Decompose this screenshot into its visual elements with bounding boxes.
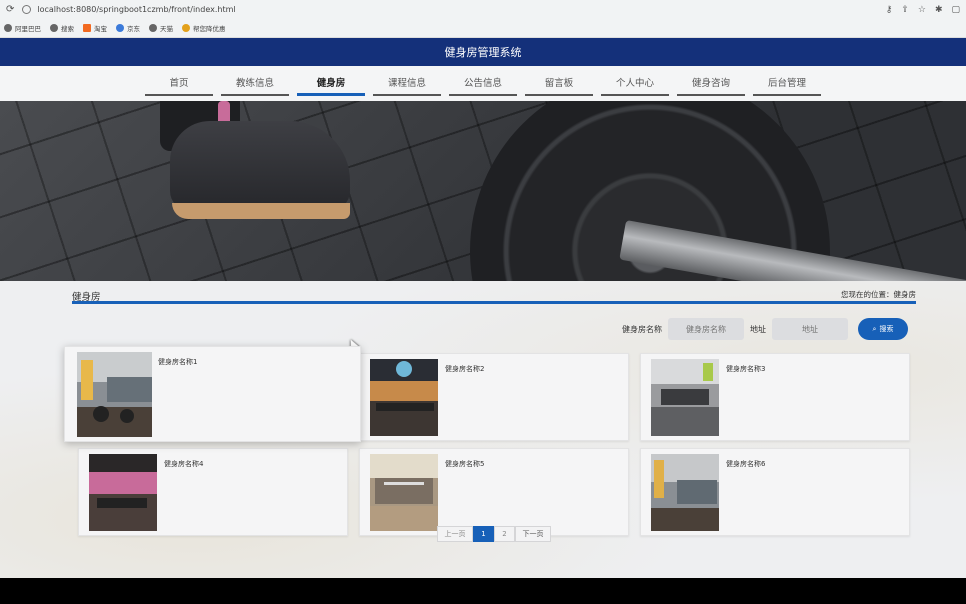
bookmark-label: 阿里巴巴 [15, 25, 41, 33]
nav-item-home[interactable]: 首页 [145, 68, 213, 96]
main-nav: 首页 教练信息 健身房 课程信息 公告信息 留言板 个人中心 健身咨询 后台管理 [0, 66, 966, 101]
page-1-button[interactable]: 1 [473, 526, 494, 542]
sidepanel-icon[interactable]: ▢ [951, 5, 960, 15]
bookmarks-bar: 阿里巴巴 搜索 淘宝 京东 天猫 帮您降优惠 [0, 19, 966, 38]
bookmark-item[interactable]: 搜索 [50, 23, 74, 33]
nav-item-notices[interactable]: 公告信息 [449, 68, 517, 96]
gym-card[interactable]: 健身房名称2 [359, 353, 629, 441]
bookmark-label: 淘宝 [94, 25, 107, 33]
gym-thumbnail[interactable] [89, 454, 157, 531]
bookmark-item[interactable]: 帮您降优惠 [182, 23, 226, 33]
gym-name[interactable]: 健身房名称5 [445, 459, 484, 469]
gym-thumbnail[interactable] [370, 454, 438, 531]
address-bar[interactable]: localhost:8080/springboot1czmb/front/ind… [22, 5, 877, 14]
bookmark-label: 京东 [127, 25, 140, 33]
page: 健身房管理系统 首页 教练信息 健身房 课程信息 公告信息 留言板 个人中心 健… [0, 38, 966, 578]
search-icon: ⌕ [872, 324, 877, 333]
gym-name-input[interactable] [668, 318, 744, 340]
prev-page-button[interactable]: 上一页 [437, 526, 473, 542]
gym-card[interactable]: 健身房名称3 [640, 353, 910, 441]
gym-name[interactable]: 健身房名称4 [164, 459, 203, 469]
gym-name[interactable]: 健身房名称1 [158, 357, 197, 367]
gym-thumbnail[interactable] [651, 454, 719, 531]
search-button-label: 搜索 [879, 325, 894, 333]
nav-item-admin[interactable]: 后台管理 [753, 68, 821, 96]
gym-name[interactable]: 健身房名称3 [726, 364, 765, 374]
bookmark-label: 搜索 [61, 25, 74, 33]
gym-card[interactable]: 健身房名称5 [359, 448, 629, 536]
gym-thumbnail[interactable] [77, 352, 152, 437]
gym-card[interactable]: 健身房名称4 [78, 448, 348, 536]
coupon-icon [182, 24, 190, 32]
section-title: 健身房 [72, 292, 101, 303]
gym-thumbnail[interactable] [370, 359, 438, 436]
gym-name[interactable]: 健身房名称2 [445, 364, 484, 374]
jd-icon [116, 24, 124, 32]
breadcrumb: 健身房 您现在的位置：健身房 [72, 289, 916, 304]
globe-icon [4, 24, 12, 32]
bookmark-label: 天猫 [160, 25, 173, 33]
extensions-icon[interactable]: ✱ [935, 5, 943, 15]
search-button[interactable]: ⌕ 搜索 [858, 318, 908, 340]
taobao-icon [83, 24, 91, 32]
search-form: 健身房名称 地址 ⌕ 搜索 [622, 318, 908, 340]
bookmark-item[interactable]: 天猫 [149, 23, 173, 33]
nav-item-gym[interactable]: 健身房 [297, 68, 365, 96]
globe-icon [149, 24, 157, 32]
pagination: 上一页 1 2 下一页 [437, 526, 551, 542]
address-label: 地址 [750, 324, 766, 334]
site-info-icon[interactable] [22, 5, 32, 14]
star-icon[interactable]: ☆ [918, 5, 926, 15]
nav-item-coaches[interactable]: 教练信息 [221, 68, 289, 96]
browser-actions: ⚷ ⇪ ☆ ✱ ▢ [886, 5, 960, 15]
nav-item-messages[interactable]: 留言板 [525, 68, 593, 96]
globe-icon [50, 24, 58, 32]
share-icon[interactable]: ⇪ [901, 5, 909, 15]
bookmark-item[interactable]: 京东 [116, 23, 140, 33]
nav-item-profile[interactable]: 个人中心 [601, 68, 669, 96]
gym-card[interactable]: 健身房名称6 [640, 448, 910, 536]
page-2-button[interactable]: 2 [494, 526, 515, 542]
gym-thumbnail[interactable] [651, 359, 719, 436]
hero-banner [0, 101, 966, 281]
nav-item-courses[interactable]: 课程信息 [373, 68, 441, 96]
gym-name[interactable]: 健身房名称6 [726, 459, 765, 469]
nav-item-consult[interactable]: 健身咨询 [677, 68, 745, 96]
gym-card[interactable]: 健身房名称1 [64, 346, 361, 442]
site-title: 健身房管理系统 [444, 46, 522, 59]
bookmark-item[interactable]: 淘宝 [83, 23, 107, 33]
current-position: 您现在的位置：健身房 [841, 290, 916, 299]
url-text: localhost:8080/springboot1czmb/front/ind… [37, 5, 236, 14]
key-icon[interactable]: ⚷ [886, 5, 893, 15]
taskbar-area [0, 578, 966, 604]
bookmark-item[interactable]: 阿里巴巴 [4, 23, 41, 33]
browser-toolbar: ⟳ localhost:8080/springboot1czmb/front/i… [0, 0, 966, 19]
gym-list-section: 健身房 您现在的位置：健身房 健身房名称 地址 ⌕ 搜索 健身房名称1 健身房名… [0, 281, 966, 578]
address-input[interactable] [772, 318, 848, 340]
reload-icon[interactable]: ⟳ [6, 4, 14, 15]
name-label: 健身房名称 [622, 324, 662, 334]
bookmark-label: 帮您降优惠 [193, 25, 226, 33]
site-header: 健身房管理系统 [0, 38, 966, 66]
sneaker-image [170, 121, 350, 211]
next-page-button[interactable]: 下一页 [515, 526, 551, 542]
